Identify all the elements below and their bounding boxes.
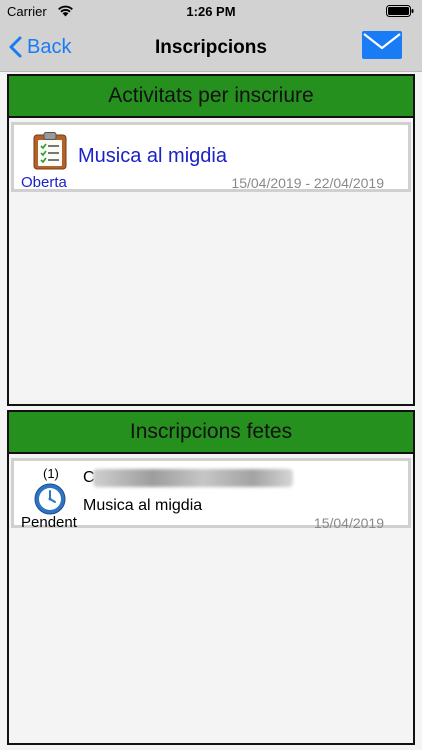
enrollment-status: Pendent [21, 514, 77, 531]
available-activities-panel: Activitats per inscriure Musica al migdi… [7, 74, 415, 406]
enrollment-count: (1) [43, 466, 59, 481]
section-header: Inscripcions fetes [9, 412, 413, 454]
activity-list-item[interactable]: Musica al migdia Oberta 15/04/2019 - 22/… [11, 122, 411, 192]
mail-icon[interactable] [362, 31, 402, 59]
user-name: C [83, 469, 295, 487]
clock-icon [34, 483, 66, 515]
navigation-bar: Back Inscripcions [0, 22, 422, 72]
activity-status: Oberta [21, 174, 67, 191]
activity-date-range: 15/04/2019 - 22/04/2019 [231, 175, 384, 191]
activity-title: Musica al migdia [78, 145, 227, 167]
section-header: Activitats per inscriure [9, 76, 413, 118]
page-title: Inscripcions [155, 37, 267, 58]
clipboard-checklist-icon [33, 132, 67, 170]
enrollment-list-item[interactable]: (1) Pendent C Musica al migdia 15/04/201… [11, 458, 411, 531]
clock-time: 1:26 PM [186, 4, 236, 19]
enrollment-activity: Musica al migdia [83, 497, 203, 514]
enrollment-date: 15/04/2019 [313, 515, 384, 531]
redacted-name [93, 469, 293, 487]
status-bar: Carrier 1:26 PM [0, 0, 422, 22]
enrollments-panel: Inscripcions fetes (1) Pendent C Musica … [7, 410, 415, 745]
battery-icon [386, 5, 414, 17]
